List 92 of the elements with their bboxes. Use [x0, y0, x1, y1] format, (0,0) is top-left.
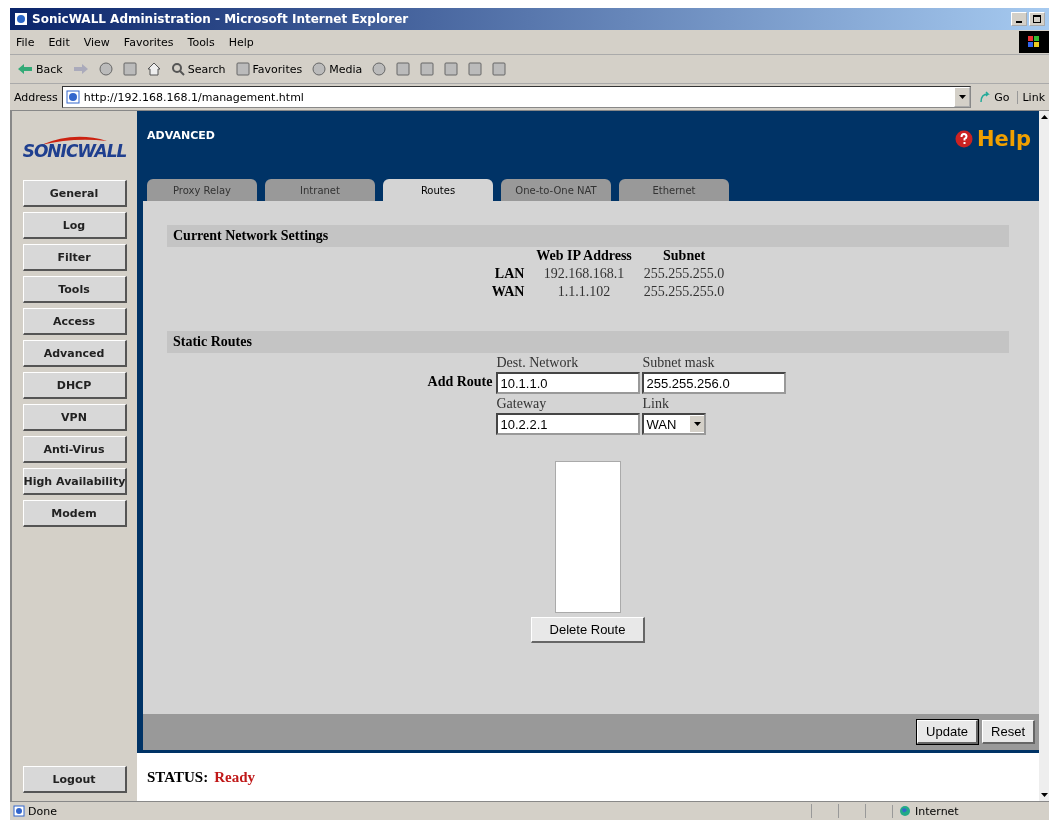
- column-header: Subnet: [662, 247, 707, 265]
- toolbar-icon: [372, 62, 387, 76]
- table-cell-text: 192.168.168.1: [542, 265, 626, 283]
- menu-item[interactable]: File: [16, 35, 35, 49]
- field-label: Gateway: [496, 395, 548, 413]
- status-label: STATUS:: [147, 768, 209, 786]
- home-icon: [146, 62, 161, 76]
- dest-network-field[interactable]: 10.1.1.0: [496, 372, 641, 394]
- scrollbar[interactable]: [1039, 111, 1049, 801]
- delete-route-button[interactable]: Delete Route: [530, 617, 646, 643]
- routes-listbox[interactable]: [555, 461, 621, 613]
- nav-button[interactable]: Tools: [22, 276, 127, 303]
- arrow-icon: [17, 63, 33, 75]
- arrow-icon: [979, 91, 992, 103]
- scroll-up-icon: [1040, 115, 1048, 119]
- globe-icon: [899, 805, 911, 817]
- field-label: Dest. Network: [496, 354, 580, 372]
- tab[interactable]: Intranet: [265, 179, 375, 201]
- maximize-button[interactable]: [1029, 12, 1045, 26]
- tab[interactable]: Proxy Relay: [147, 179, 257, 201]
- toolbar-icon: [122, 62, 137, 76]
- toolbar-icon: [312, 62, 327, 76]
- toolbar-icon: [396, 62, 411, 76]
- toolbar-icon: [98, 62, 113, 76]
- column-header: Web IP Address: [535, 247, 633, 265]
- nav-button[interactable]: VPN: [22, 404, 127, 431]
- link-dropdown[interactable]: WAN: [642, 413, 707, 435]
- toolbar-icon: [492, 62, 507, 76]
- caret-icon: [694, 422, 701, 426]
- field-label: Link: [642, 395, 670, 413]
- windows-logo-icon: [1019, 31, 1049, 53]
- row-label: WAN: [490, 283, 526, 301]
- toolbar-icon: [444, 62, 459, 76]
- field-label: Subnet mask: [642, 354, 716, 372]
- maximize-icon: [1033, 15, 1041, 23]
- reset-button[interactable]: Reset: [982, 720, 1035, 744]
- tab[interactable]: Routes: [383, 179, 493, 201]
- table-cell-text: 1.1.1.102: [556, 283, 612, 301]
- menu-item[interactable]: Help: [228, 35, 254, 49]
- nav-button[interactable]: Modem: [22, 500, 127, 527]
- section-heading: Current Network Settings: [167, 225, 1009, 247]
- go-button[interactable]: Go: [975, 90, 1014, 104]
- toolbar-icon: [468, 62, 483, 76]
- section-title: ADVANCED: [147, 129, 215, 142]
- row-label: LAN: [493, 265, 526, 283]
- window-title: SonicWALL Administration - Microsoft Internet Explorer: [32, 12, 410, 26]
- menu-item[interactable]: Edit: [48, 35, 70, 49]
- search-toolbar-button[interactable]: Search: [167, 60, 229, 78]
- add-route-label: Add Route: [427, 374, 493, 390]
- subnet-mask-field[interactable]: 255.255.256.0: [642, 372, 787, 394]
- status-text: Done: [10, 804, 809, 818]
- nav-button[interactable]: General: [22, 180, 127, 207]
- nav-button[interactable]: Filter: [22, 244, 127, 271]
- arrow-icon: [72, 63, 89, 75]
- address-label: Address: [14, 90, 58, 104]
- nav-button[interactable]: DHCP: [22, 372, 127, 399]
- nav-button[interactable]: Log: [22, 212, 127, 239]
- address-dropdown-button[interactable]: [954, 87, 971, 107]
- minimize-button[interactable]: [1011, 12, 1027, 26]
- update-button[interactable]: Update: [917, 720, 979, 744]
- nav-button[interactable]: Anti-Virus: [22, 436, 127, 463]
- tab[interactable]: Ethernet: [619, 179, 729, 201]
- gateway-field[interactable]: 10.2.2.1: [496, 413, 641, 435]
- caret-icon: [958, 95, 966, 99]
- toolbar-icon: [420, 62, 435, 76]
- section-heading: Static Routes: [167, 331, 1009, 353]
- menu-item[interactable]: Favorites: [123, 35, 174, 49]
- page-icon: [65, 90, 80, 104]
- nav-button[interactable]: Advanced: [22, 340, 127, 367]
- tab[interactable]: One-to-One NAT: [501, 179, 611, 201]
- nav-button[interactable]: High Availability: [22, 468, 127, 495]
- search-icon: [170, 62, 185, 76]
- nav-button[interactable]: Access: [22, 308, 127, 335]
- table-cell-text: 255.255.255.0: [642, 283, 726, 301]
- page-icon: [13, 805, 25, 817]
- favorites-toolbar-button[interactable]: Favorites: [232, 60, 306, 78]
- address-field[interactable]: http://192.168.168.1/management.html: [61, 86, 972, 108]
- help-link[interactable]: Help: [954, 127, 1031, 151]
- sonicwall-logo: SONICWALL: [22, 135, 127, 161]
- logout-button[interactable]: Logout: [22, 766, 127, 793]
- menu-item[interactable]: View: [83, 35, 110, 49]
- help-icon: [954, 130, 973, 148]
- menu-item[interactable]: Tools: [187, 35, 215, 49]
- status-value: Ready: [214, 768, 255, 786]
- back-toolbar-button[interactable]: Back: [14, 60, 66, 78]
- security-zone: Internet: [892, 804, 1049, 818]
- browser-icon: [14, 12, 28, 26]
- media-toolbar-button[interactable]: Media: [309, 60, 366, 78]
- toolbar-icon: [235, 62, 250, 76]
- table-cell-text: 255.255.255.0: [642, 265, 726, 283]
- links-button[interactable]: Link: [1017, 90, 1045, 104]
- scroll-down-icon: [1040, 793, 1048, 797]
